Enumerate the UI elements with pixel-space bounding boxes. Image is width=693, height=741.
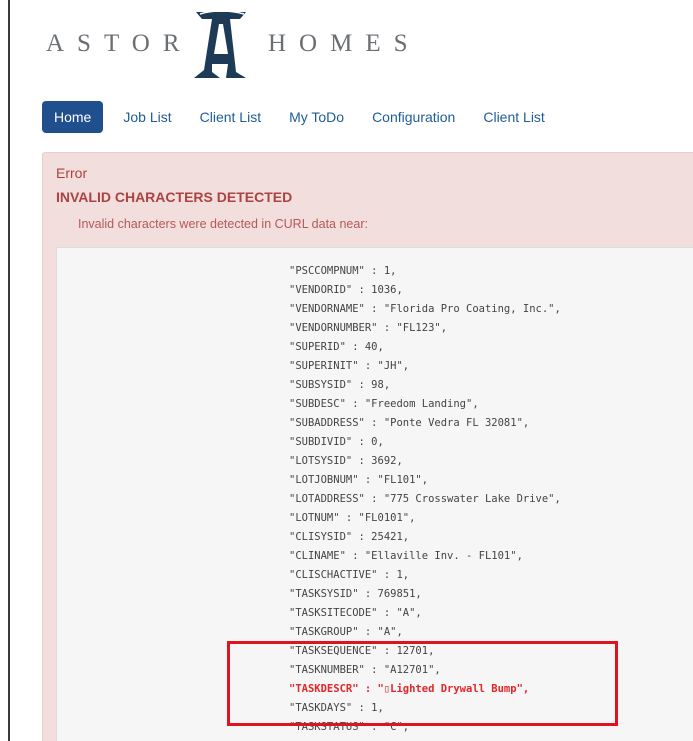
code-line: "CLISYSID" : 25421, <box>289 531 410 543</box>
code-line: "LOTNUM" : "FL0101", <box>289 512 416 524</box>
logo-word-homes: HOMES <box>268 30 421 57</box>
left-border <box>8 0 10 741</box>
logo-word-astor: ASTOR <box>46 30 193 57</box>
main-nav: Home Job List Client List My ToDo Config… <box>42 101 573 133</box>
highlight-annotation-box <box>227 641 618 726</box>
error-heading: INVALID CHARACTERS DETECTED <box>56 189 293 205</box>
code-line: "TASKGROUP" : "A", <box>289 626 403 638</box>
code-line: "LOTSYSID" : 3692, <box>289 455 403 467</box>
code-line: "VENDORID" : 1036, <box>289 284 403 296</box>
code-line: "SUPERINIT" : "JH", <box>289 360 410 372</box>
code-line: "SUPERID" : 40, <box>289 341 384 353</box>
code-line: "CLISCHACTIVE" : 1, <box>289 569 410 581</box>
code-line: "LOTJOBNUM" : "FL101", <box>289 474 429 486</box>
code-line: "SUBDESC" : "Freedom Landing", <box>289 398 479 410</box>
code-line: "SUBSYSID" : 98, <box>289 379 391 391</box>
nav-home[interactable]: Home <box>42 101 104 133</box>
code-line: "CLINAME" : "Ellaville Inv. - FL101", <box>289 550 523 562</box>
code-line: "VENDORNUMBER" : "FL123", <box>289 322 448 334</box>
code-line: "LOTADDRESS" : "775 Crosswater Lake Driv… <box>289 493 561 505</box>
code-line: "VENDORNAME" : "Florida Pro Coating, Inc… <box>289 303 561 315</box>
code-line: "SUBDIVID" : 0, <box>289 436 384 448</box>
code-line: "TASKSTARTDATE" : "2020-04-14", <box>289 737 561 741</box>
code-line: "PSCCOMPNUM" : 1, <box>289 265 397 277</box>
nav-job-list[interactable]: Job List <box>123 109 171 125</box>
astor-homes-logo[interactable]: ASTOR HOMES <box>46 10 408 80</box>
code-line: "SUBADDRESS" : "Ponte Vedra FL 32081", <box>289 417 530 429</box>
code-line: "TASKSITECODE" : "A", <box>289 607 422 619</box>
code-line: "TASKSYSID" : 769851, <box>289 588 422 600</box>
nav-client-list-2[interactable]: Client List <box>483 109 544 125</box>
error-title: Error <box>56 165 88 181</box>
nav-configuration[interactable]: Configuration <box>372 109 455 125</box>
error-message: Invalid characters were detected in CURL… <box>78 217 368 231</box>
nav-client-list[interactable]: Client List <box>200 109 261 125</box>
nav-my-todo[interactable]: My ToDo <box>289 109 344 125</box>
logo-monogram-a <box>194 10 246 78</box>
